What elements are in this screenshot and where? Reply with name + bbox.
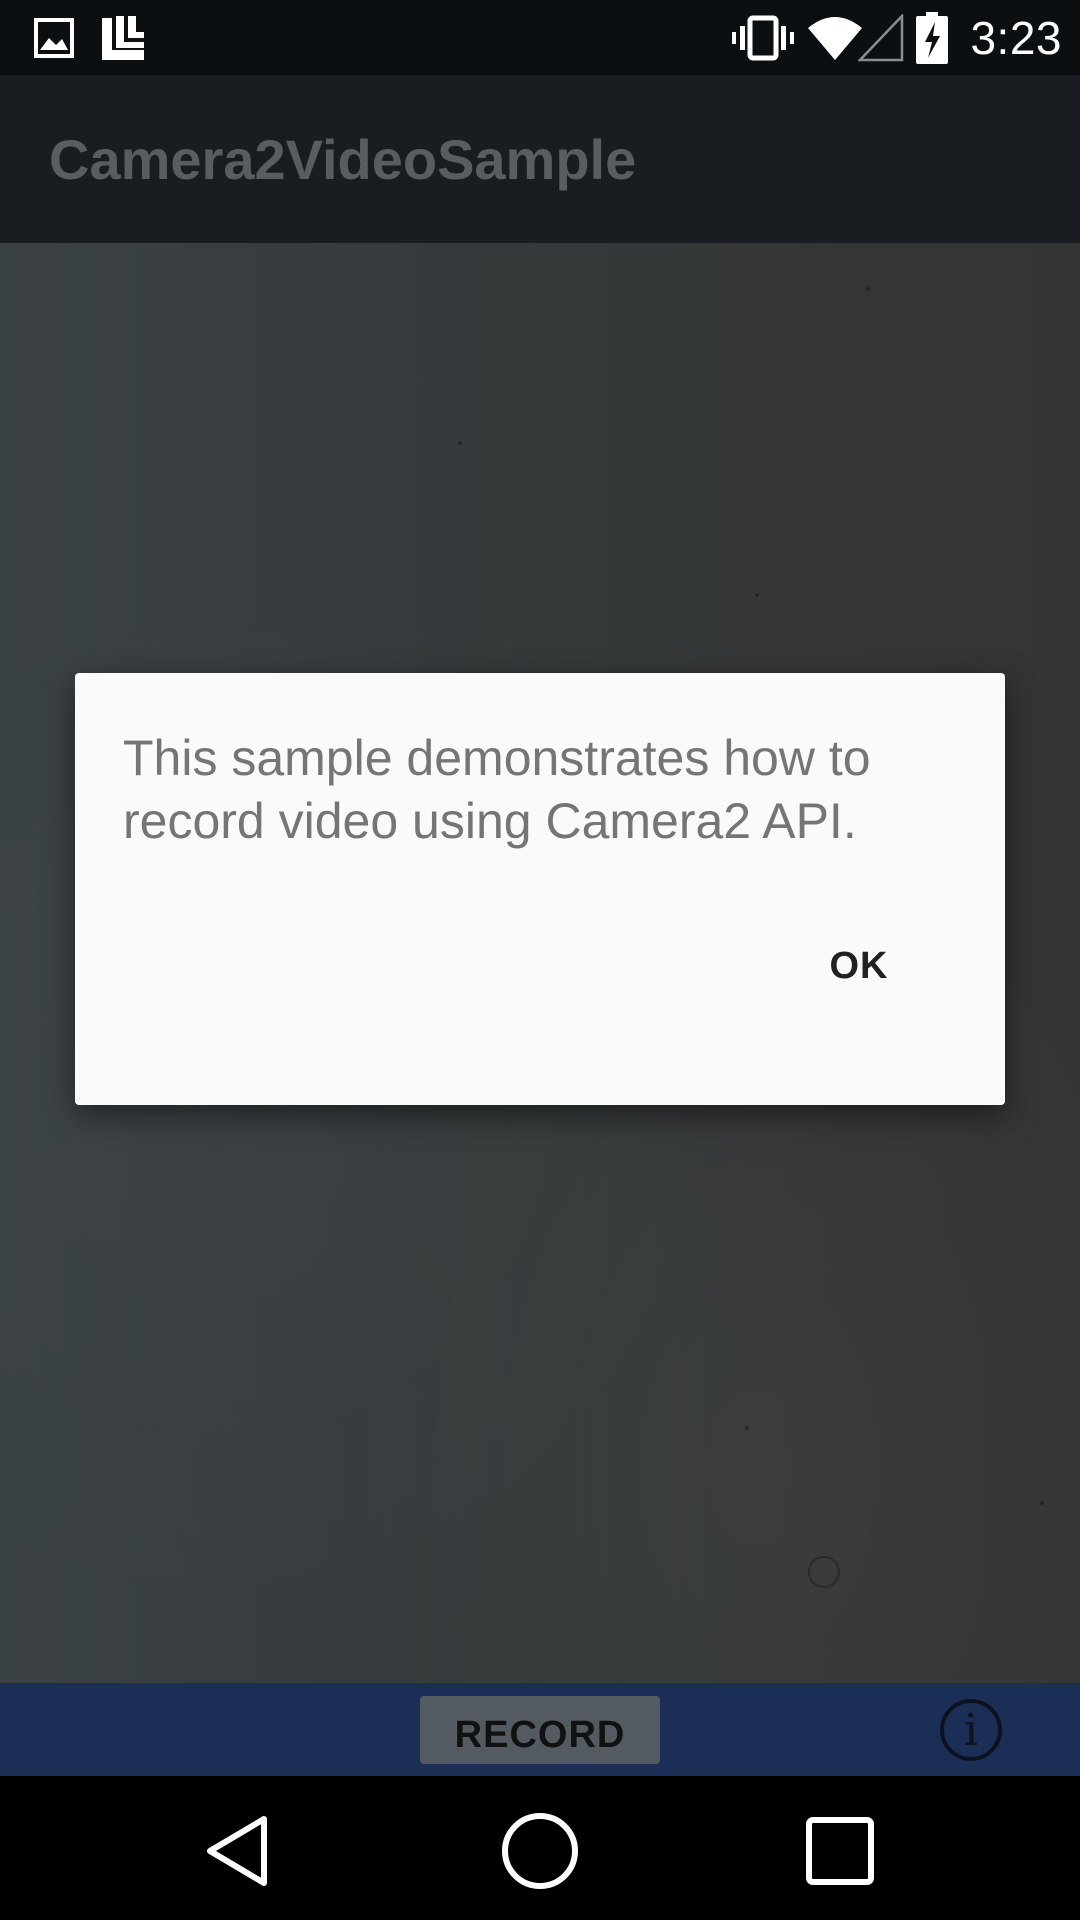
wifi-icon (806, 0, 864, 75)
vibrate-icon (732, 0, 794, 75)
home-icon[interactable] (490, 1806, 590, 1896)
preview-speck (458, 441, 462, 445)
control-bar: RECORD i (0, 1683, 1080, 1776)
screen: 3:23 Camera2VideoSample This sample demo… (0, 0, 1080, 1920)
preview-speck (1040, 1501, 1044, 1505)
record-button[interactable]: RECORD (420, 1696, 660, 1764)
back-icon[interactable] (188, 1806, 288, 1896)
preview-ring (808, 1556, 840, 1588)
dialog-message: This sample demonstrates how to record v… (123, 730, 871, 849)
app-bar: Camera2VideoSample (0, 75, 1080, 243)
navigation-bar (0, 1776, 1080, 1920)
about-dialog: This sample demonstrates how to record v… (75, 673, 1005, 1105)
preview-speck (866, 287, 870, 291)
app-notification-icon (100, 0, 150, 75)
ok-button[interactable]: OK (791, 931, 927, 1001)
clock: 3:23 (970, 11, 1062, 64)
image-notification-icon (34, 0, 74, 75)
recents-icon[interactable] (790, 1806, 890, 1896)
preview-speck (755, 593, 759, 597)
no-signal-icon (858, 0, 904, 75)
status-bar: 3:23 (0, 0, 1080, 75)
preview-speck (745, 1426, 749, 1430)
info-icon[interactable]: i (940, 1699, 1002, 1761)
app-title: Camera2VideoSample (49, 128, 637, 191)
battery-charging-icon (916, 0, 948, 75)
